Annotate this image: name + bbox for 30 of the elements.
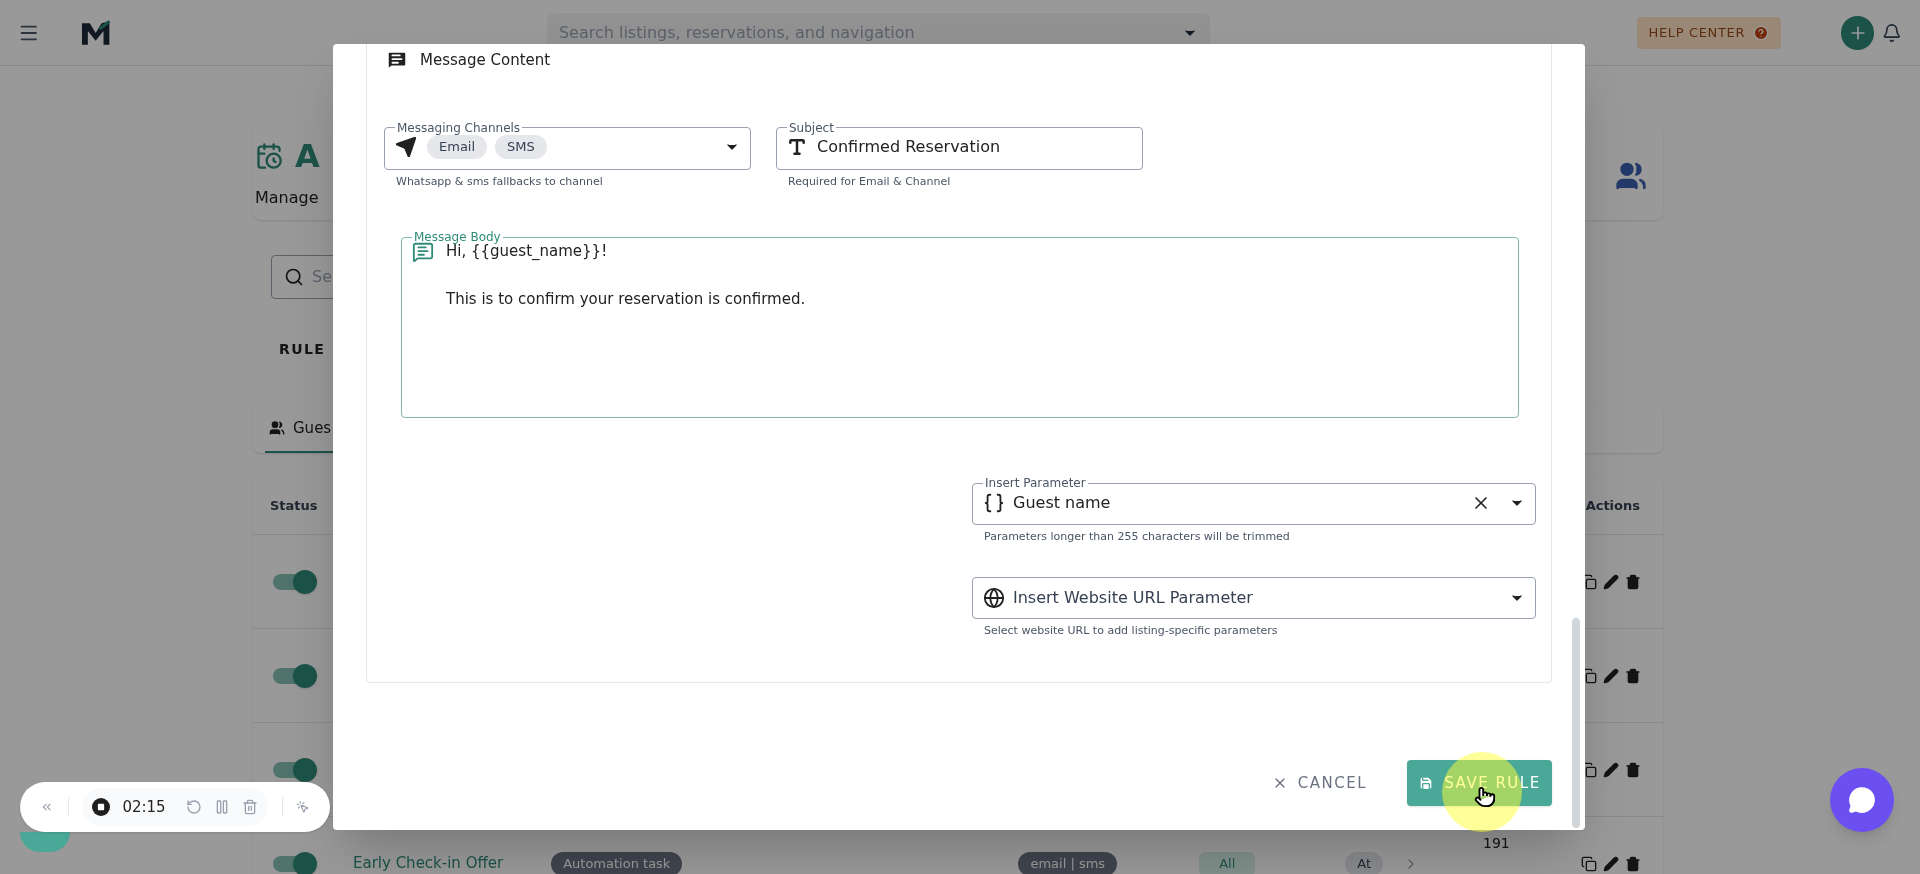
column-header: Status <box>270 496 318 515</box>
recording-time: 02:15 <box>122 796 166 818</box>
helper-text: Required for Email & Channel <box>787 173 952 190</box>
field-label: Messaging Channels <box>396 121 522 134</box>
message-body-field[interactable]: Message Body Hi, {{guest_name}}! This is to confirm your reservation is confirmed. <box>401 231 1519 418</box>
channels-tag: email | sms <box>1018 851 1118 874</box>
channel-chip: SMS <box>495 135 547 159</box>
helper-text: Whatsapp & sms fallbacks to channel <box>395 173 604 190</box>
type-tag: Automation task <box>551 851 683 874</box>
url-parameter-select[interactable]: Insert Website URL Parameter <box>972 576 1536 619</box>
page-subtitle: Manage <box>255 187 320 209</box>
helper-text: Parameters longer than 255 characters will be trimmed <box>983 529 1291 545</box>
field-label: Subject <box>788 121 835 134</box>
channels-select[interactable]: Messaging Channels Email SMS <box>384 121 751 170</box>
helper-text: Select website URL to add listing-specific parameters <box>983 622 1279 639</box>
message-text: Hi, {{guest_name}}! This is to confirm your reservation is confirmed. <box>446 242 806 310</box>
time-tag: At <box>1345 851 1383 874</box>
section-label: RULE <box>279 340 327 359</box>
channel-chip: Email <box>427 135 488 159</box>
page-title: A <box>295 140 320 172</box>
subject-field[interactable]: Subject Confirmed Reservation <box>776 121 1143 170</box>
field-label: Message Body <box>413 231 501 243</box>
column-header: Actions <box>1585 496 1640 515</box>
help-center-button[interactable]: HELP CENTER <box>1636 16 1782 49</box>
parameter-select[interactable]: Insert Parameter Guest name <box>972 477 1536 525</box>
field-label: Insert Parameter <box>984 477 1087 489</box>
scope-tag: All <box>1199 851 1256 874</box>
cancel-button[interactable]: CANCEL <box>1263 760 1375 806</box>
count-text: 191 <box>1483 834 1510 853</box>
section-title: Message Content <box>420 50 551 71</box>
